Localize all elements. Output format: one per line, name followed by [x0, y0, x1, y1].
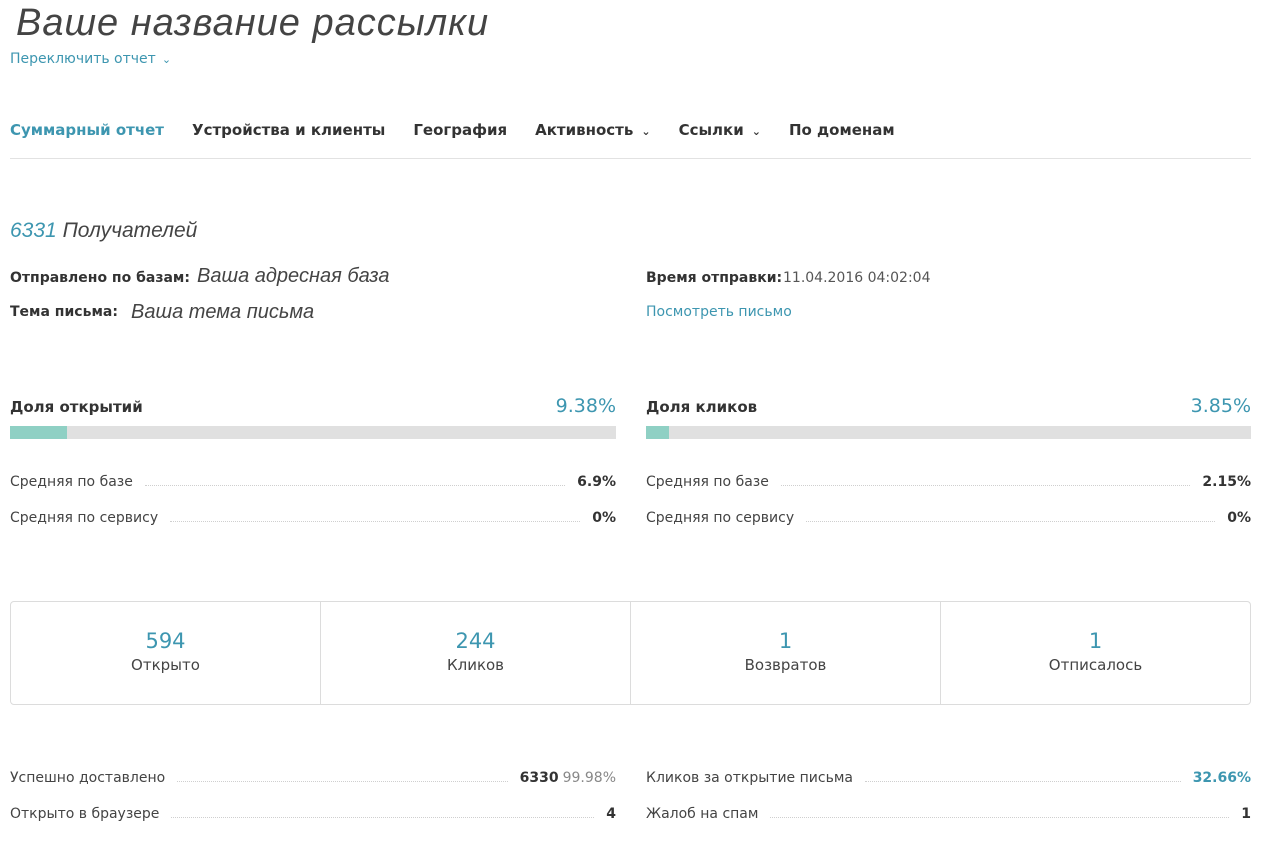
spam-label: Жалоб на спам: [646, 806, 759, 822]
switch-report-link[interactable]: Переключить отчет ⌄: [10, 51, 171, 67]
dotted-leader: [864, 780, 1181, 782]
click-rate-bar-fill: [646, 426, 670, 439]
stat-unsubscribed-label: Отписалось: [1048, 656, 1143, 674]
stat-clicks-label: Кликов: [446, 656, 505, 674]
chevron-down-icon: ⌄: [161, 53, 172, 66]
sent-bases-label: Отправлено по базам:: [10, 270, 190, 286]
open-rate-label: Доля открытий: [10, 398, 143, 416]
open-avg-base-label: Средняя по базе: [10, 474, 133, 490]
dotted-leader: [780, 484, 1191, 486]
subject-label: Тема письма:: [10, 304, 118, 320]
send-time-label: Время отправки:: [646, 270, 783, 286]
view-letter-link[interactable]: Посмотреть письмо: [646, 304, 792, 320]
tab-links[interactable]: Ссылки ⌄: [679, 121, 761, 158]
stat-clicks: 244 Кликов: [321, 602, 631, 704]
stat-unsubscribed-value: 1: [1088, 629, 1103, 653]
recipients-count: 6331 Получателей: [10, 219, 197, 243]
click-avg-base-value: 2.15%: [1202, 474, 1251, 490]
tab-activity[interactable]: Активность ⌄: [535, 121, 650, 158]
open-rate-bar-fill: [10, 426, 67, 439]
open-avg-base-row: Средняя по базе 6.9%: [10, 472, 616, 492]
stat-bounces-label: Возвратов: [744, 656, 827, 674]
stat-clicks-value: 244: [455, 629, 496, 653]
delivered-value: 6330: [519, 770, 559, 786]
dotted-leader: [806, 520, 1216, 522]
open-rate-value: 9.38%: [555, 395, 616, 417]
tab-geography[interactable]: География: [413, 121, 507, 158]
open-avg-service-label: Средняя по сервису: [10, 510, 159, 526]
browser-opened-label: Открыто в браузере: [10, 806, 160, 822]
ctor-value: 32.66%: [1192, 770, 1251, 786]
click-avg-base-label: Средняя по базе: [646, 474, 769, 490]
browser-opened-row: Открыто в браузере 4: [10, 804, 616, 824]
stat-bounces-value: 1: [778, 629, 793, 653]
click-avg-service-value: 0%: [1227, 510, 1251, 526]
dotted-leader: [177, 780, 508, 782]
spam-value: 1: [1241, 806, 1251, 822]
stat-opened-label: Открыто: [131, 656, 200, 674]
delivered-label: Успешно доставлено: [10, 770, 166, 786]
chevron-down-icon: ⌄: [641, 125, 651, 138]
ctor-label: Кликов за открытие письма: [646, 770, 853, 786]
chevron-down-icon: ⌄: [751, 125, 761, 138]
click-avg-service-row: Средняя по сервису 0%: [646, 508, 1251, 528]
click-rate-bar: [646, 426, 1251, 439]
dotted-leader: [170, 520, 581, 522]
tab-devices[interactable]: Устройства и клиенты: [192, 121, 385, 158]
subject-value: Ваша тема письма: [131, 301, 315, 323]
tab-links-label: Ссылки: [678, 121, 744, 139]
open-avg-base-value: 6.9%: [577, 474, 616, 490]
stat-opened-value: 594: [145, 629, 186, 653]
open-rate-bar: [10, 426, 616, 439]
tab-activity-label: Активность: [535, 121, 634, 139]
browser-opened-value: 4: [606, 806, 616, 822]
recipients-label: Получателей: [62, 219, 198, 242]
dotted-leader: [144, 484, 566, 486]
click-avg-base-row: Средняя по базе 2.15%: [646, 472, 1251, 492]
click-rate-label: Доля кликов: [646, 398, 758, 416]
stat-bounces: 1 Возвратов: [631, 602, 941, 704]
spam-row: Жалоб на спам 1: [646, 804, 1251, 824]
delivered-row: Успешно доставлено 6330 99.98%: [10, 768, 616, 788]
click-rate-value: 3.85%: [1190, 395, 1251, 417]
open-avg-service-row: Средняя по сервису 0%: [10, 508, 616, 528]
send-time-value: 11.04.2016 04:02:04: [783, 270, 931, 286]
report-tabs: Суммарный отчет Устройства и клиенты Гео…: [10, 121, 1251, 159]
sent-bases-value: Ваша адресная база: [197, 265, 390, 287]
page-title: Ваше название рассылки: [16, 2, 490, 44]
ctor-row: Кликов за открытие письма 32.66%: [646, 768, 1251, 788]
delivered-percent: 99.98%: [562, 770, 616, 786]
tab-domains[interactable]: По доменам: [789, 121, 895, 158]
stats-panel: 594 Открыто 244 Кликов 1 Возвратов 1 Отп…: [10, 601, 1251, 705]
dotted-leader: [770, 816, 1230, 818]
stat-unsubscribed: 1 Отписалось: [941, 602, 1250, 704]
recipients-number: 6331: [10, 219, 57, 242]
dotted-leader: [171, 816, 595, 818]
open-avg-service-value: 0%: [592, 510, 616, 526]
click-avg-service-label: Средняя по сервису: [646, 510, 795, 526]
switch-report-label: Переключить отчет: [10, 51, 156, 67]
tab-summary[interactable]: Суммарный отчет: [10, 121, 164, 158]
stat-opened: 594 Открыто: [11, 602, 321, 704]
